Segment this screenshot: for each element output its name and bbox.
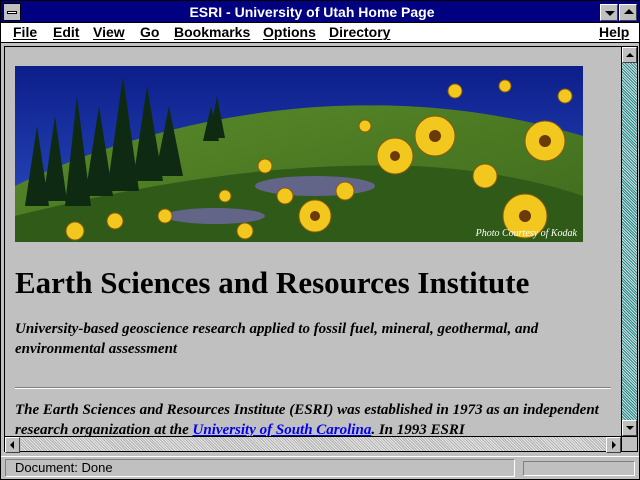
system-menu-button[interactable] [3, 3, 21, 21]
menu-help[interactable]: Help [599, 24, 629, 40]
minimize-button[interactable] [600, 4, 618, 21]
scroll-right-button[interactable] [606, 437, 621, 453]
intro-paragraph: The Earth Sciences and Resources Institu… [15, 400, 615, 440]
menu-go[interactable]: Go [140, 24, 159, 40]
menu-bar: File Edit View Go Bookmarks Options Dire… [1, 23, 639, 43]
scroll-down-button[interactable] [622, 420, 637, 436]
wildflower-photo [15, 66, 583, 242]
maximize-icon [624, 9, 634, 14]
page-subtitle: University-based geoscience research app… [15, 321, 539, 357]
progress-indicator [523, 461, 635, 476]
menu-bookmarks[interactable]: Bookmarks [174, 24, 250, 40]
maximize-button[interactable] [619, 4, 637, 21]
status-text: Document: Done [5, 459, 515, 477]
page-title: Earth Sciences and Resources Institute [15, 265, 530, 300]
horizontal-scrollbar[interactable] [5, 436, 621, 453]
horizontal-rule [15, 387, 611, 389]
browser-window: ESRI - University of Utah Home Page File… [0, 0, 640, 480]
system-menu-icon [7, 11, 17, 14]
scroll-up-button[interactable] [622, 47, 637, 63]
status-bar: Document: Done [1, 456, 639, 479]
window-title: ESRI - University of Utah Home Page [189, 4, 435, 20]
menu-directory[interactable]: Directory [329, 24, 390, 40]
page-content: Photo Courtesy of Kodak Earth Sciences a… [5, 47, 621, 451]
photo-credit: Photo Courtesy of Kodak [475, 228, 577, 239]
arrow-left-icon [10, 441, 14, 449]
horizontal-scroll-track[interactable] [21, 437, 605, 451]
content-frame: Photo Courtesy of Kodak Earth Sciences a… [4, 46, 638, 453]
menu-edit[interactable]: Edit [53, 24, 79, 40]
banner-image: Photo Courtesy of Kodak [15, 66, 583, 242]
menu-options[interactable]: Options [263, 24, 316, 40]
vertical-scrollbar[interactable] [621, 47, 637, 436]
arrow-down-icon [626, 426, 634, 430]
scroll-left-button[interactable] [5, 437, 20, 453]
menu-view[interactable]: View [93, 24, 125, 40]
vertical-scroll-track[interactable] [622, 63, 637, 420]
menu-file[interactable]: File [13, 24, 37, 40]
scroll-corner [621, 436, 637, 451]
arrow-right-icon [612, 441, 616, 449]
minimize-icon [605, 11, 615, 16]
title-bar[interactable]: ESRI - University of Utah Home Page [1, 1, 639, 23]
arrow-up-icon [626, 53, 634, 57]
